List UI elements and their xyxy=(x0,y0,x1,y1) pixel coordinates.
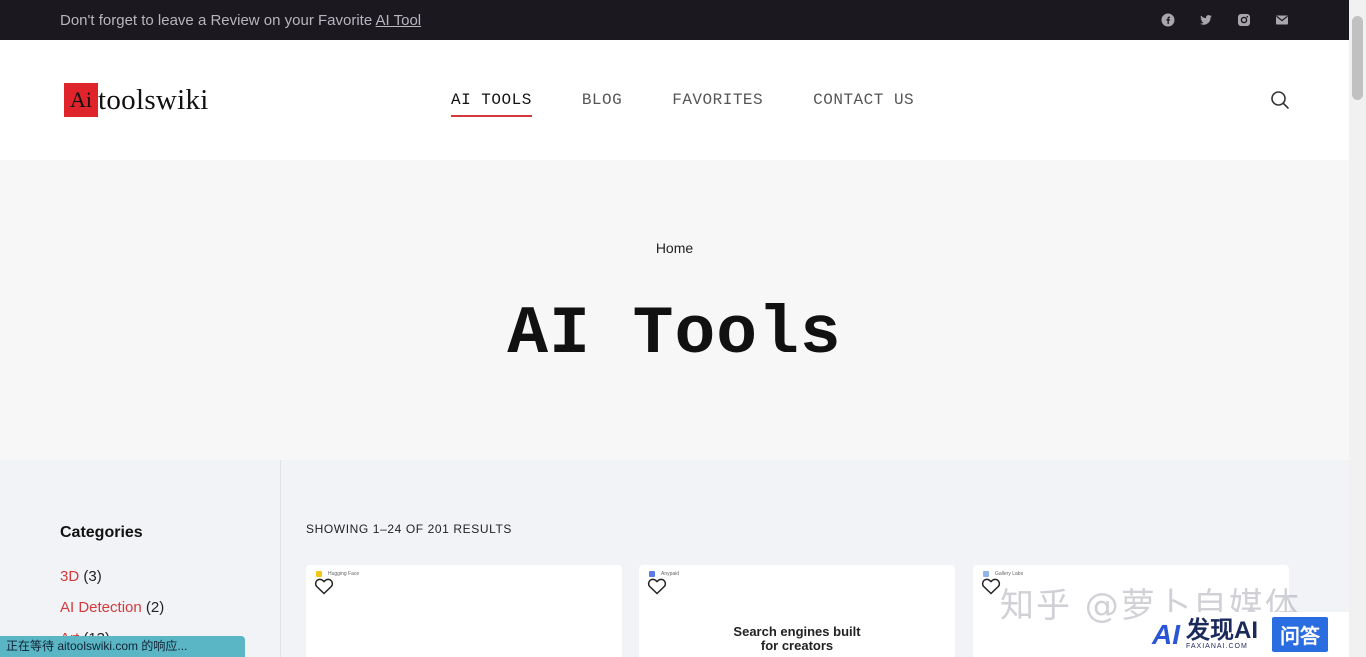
category-item[interactable]: 3D (3) xyxy=(60,568,102,585)
favorite-heart-icon[interactable] xyxy=(647,577,667,595)
email-icon[interactable] xyxy=(1275,13,1289,27)
sidebar: Categories 3D (3) AI Detection (2) Art (… xyxy=(0,460,281,657)
product-card[interactable]: Anypaid Search engines built for creator… xyxy=(639,565,955,657)
browser-status-bar: 正在等待 aitoolswiki.com 的响应... xyxy=(0,636,245,657)
favorite-heart-icon[interactable] xyxy=(981,577,1001,595)
faxian-domain: FAXIANAI.COM xyxy=(1186,643,1248,650)
page: Don't forget to leave a Review on your F… xyxy=(0,0,1366,657)
favorite-heart-icon[interactable] xyxy=(314,577,334,595)
faxian-name-block: 发现AI FAXIANAI.COM xyxy=(1186,617,1258,651)
nav-ai-tools[interactable]: AI TOOLS xyxy=(451,91,532,117)
product-card[interactable]: Hugging Face xyxy=(306,565,622,657)
results-count: SHOWING 1–24 OF 201 RESULTS xyxy=(306,522,513,536)
instagram-icon[interactable] xyxy=(1237,13,1251,27)
announcement-text: Don't forget to leave a Review on your F… xyxy=(60,12,421,29)
logo-badge: Ai xyxy=(64,83,98,117)
card-tagline: Search engines built for creators xyxy=(733,624,861,654)
logo-word: toolswiki xyxy=(98,83,209,116)
card-preview-header: Anypaid xyxy=(649,569,945,579)
breadcrumb[interactable]: Home xyxy=(0,240,1349,256)
nav-blog[interactable]: BLOG xyxy=(582,91,622,117)
site-header: Ai toolswiki AI TOOLS BLOG FAVORITES CON… xyxy=(0,40,1349,160)
card-preview-header: Hugging Face xyxy=(316,569,612,579)
social-links xyxy=(1161,13,1289,27)
shop-content: Categories 3D (3) AI Detection (2) Art (… xyxy=(0,460,1349,657)
category-name[interactable]: AI Detection xyxy=(60,599,142,616)
faxian-ai-badge: AI 发现AI FAXIANAI.COM 问答 xyxy=(1148,612,1366,657)
top-announcement-bar: Don't forget to leave a Review on your F… xyxy=(0,0,1349,40)
category-count: (2) xyxy=(145,599,165,616)
announcement-link[interactable]: AI Tool xyxy=(376,12,422,29)
category-item[interactable]: AI Detection (2) xyxy=(60,599,164,616)
announcement-message: Don't forget to leave a Review on your F… xyxy=(60,11,376,29)
faxian-name: 发现AI xyxy=(1186,617,1258,644)
wenda-badge: 问答 xyxy=(1272,617,1328,652)
site-logo[interactable]: Ai toolswiki xyxy=(64,83,209,117)
twitter-icon[interactable] xyxy=(1199,13,1213,27)
search-icon[interactable] xyxy=(1270,90,1290,110)
page-hero: Home AI Tools xyxy=(0,160,1349,460)
scrollbar-thumb[interactable] xyxy=(1352,16,1363,100)
nav-favorites[interactable]: FAVORITES xyxy=(672,91,763,117)
main-nav: AI TOOLS BLOG FAVORITES CONTACT US xyxy=(451,91,914,117)
categories-heading: Categories xyxy=(60,524,143,541)
faxian-logo-mark: AI xyxy=(1152,618,1180,650)
page-title: AI Tools xyxy=(507,296,842,373)
page-scrollbar[interactable] xyxy=(1349,0,1366,657)
category-name[interactable]: 3D xyxy=(60,568,79,585)
facebook-icon[interactable] xyxy=(1161,13,1175,27)
category-count: (3) xyxy=(83,568,102,585)
nav-contact-us[interactable]: CONTACT US xyxy=(813,91,914,117)
